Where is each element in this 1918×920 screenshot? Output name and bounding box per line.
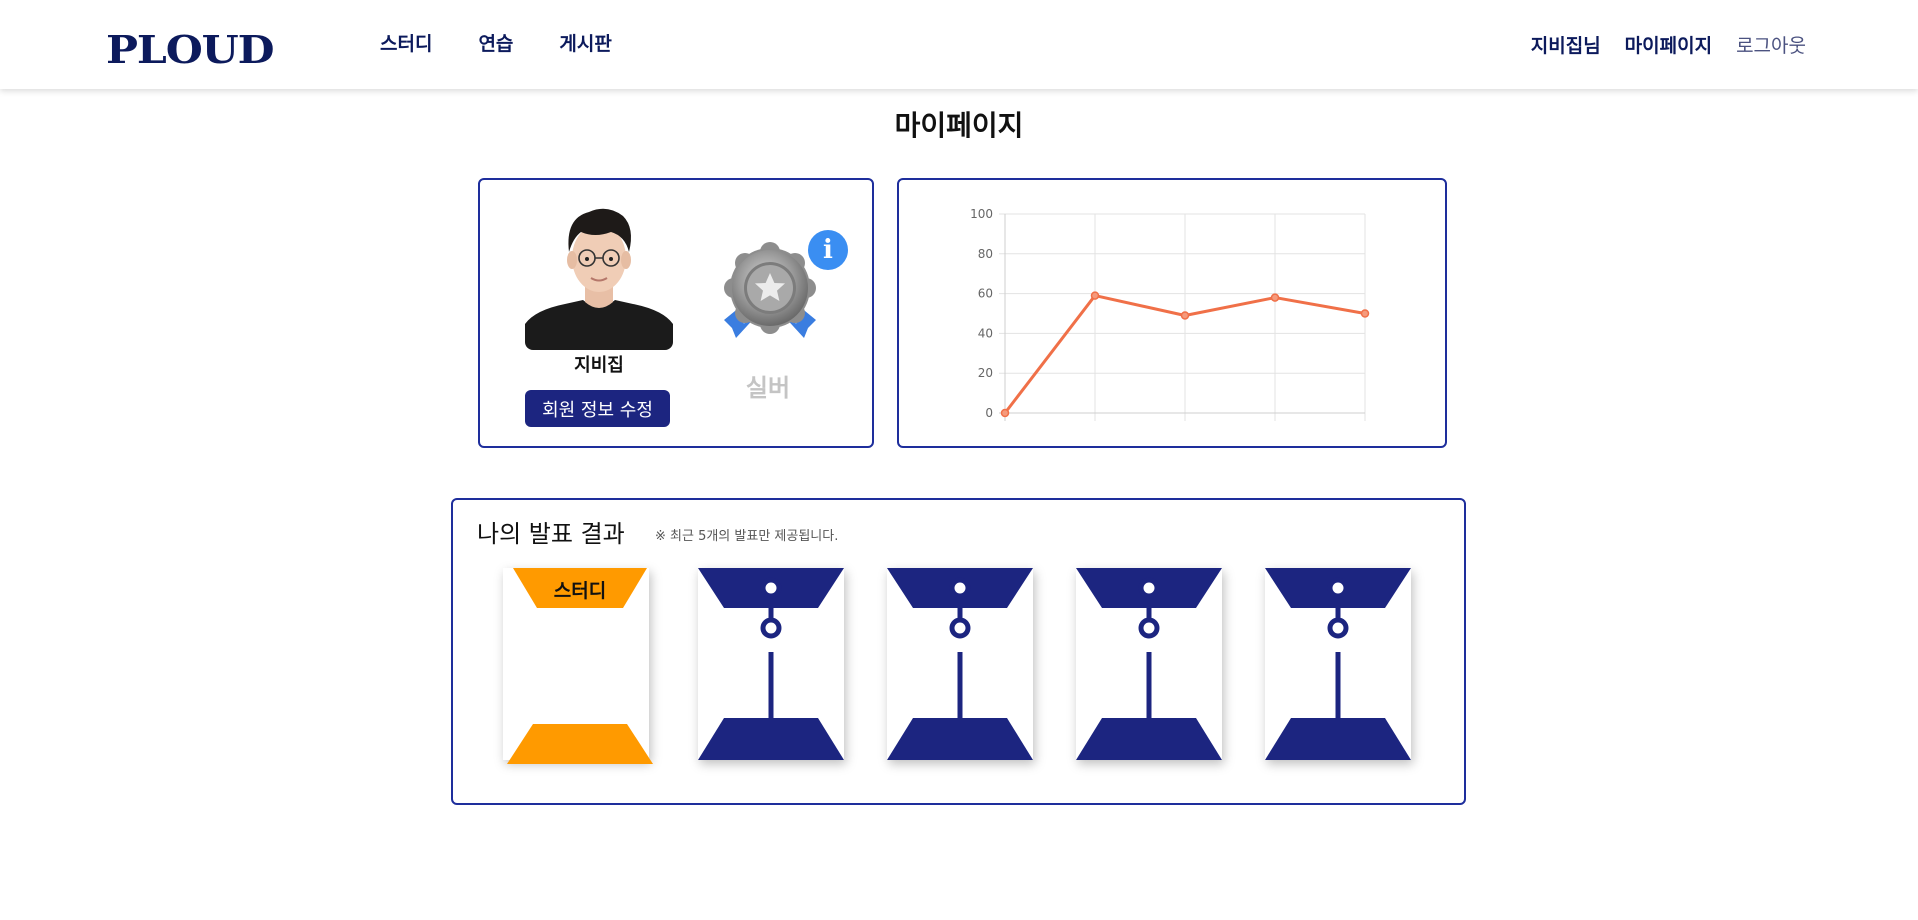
score-graph-card: 0 20 40 60 80 100	[897, 178, 1447, 448]
y-tick-label: 100	[970, 207, 993, 221]
result-card-practice[interactable]	[887, 568, 1033, 760]
edit-profile-button[interactable]: 회원 정보 수정	[525, 390, 670, 427]
nav-board[interactable]: 게시판	[559, 30, 611, 58]
user-nav: 지비집님 마이페이지 로그아웃	[1531, 32, 1806, 60]
mypage-link[interactable]: 마이페이지	[1625, 32, 1712, 60]
y-tick-label: 60	[978, 287, 993, 301]
data-point	[1000, 408, 1010, 418]
result-card-study[interactable]: 스터디	[503, 568, 653, 764]
data-point	[1180, 311, 1190, 320]
result-card-practice[interactable]	[1076, 568, 1222, 760]
results-note: ※ 최근 5개의 발표만 제공됩니다.	[655, 529, 839, 544]
study-label: 스터디	[553, 580, 607, 602]
data-point	[1090, 291, 1100, 300]
profile-card: 지비집 회원 정보 수정 i 실버	[478, 178, 874, 448]
y-tick-label: 80	[978, 247, 993, 261]
score-line-chart: 0 20 40 60 80 100	[970, 207, 1370, 421]
results-card: 나의 발표 결과 ※ 최근 5개의 발표만 제공됩니다. 스터디	[451, 498, 1466, 805]
data-point	[1360, 309, 1370, 318]
nav-practice[interactable]: 연습	[478, 30, 513, 58]
user-name: 지비집	[574, 355, 624, 376]
tier-label: 실버	[745, 374, 791, 402]
page-title: 마이페이지	[894, 109, 1024, 142]
ploud-logo[interactable]: PLOUD	[106, 30, 275, 70]
result-card-practice[interactable]	[1265, 568, 1411, 760]
nav-study[interactable]: 스터디	[380, 30, 432, 58]
y-tick-label: 40	[978, 326, 993, 340]
results-title: 나의 발표 결과	[477, 520, 625, 548]
logout-link[interactable]: 로그아웃	[1736, 32, 1806, 60]
y-tick-label: 0	[985, 406, 993, 420]
result-card-practice[interactable]	[698, 568, 844, 760]
avatar	[525, 202, 673, 350]
main-nav: 스터디 연습 게시판	[380, 30, 612, 58]
study-bottom-band	[507, 724, 653, 764]
top-header: PLOUD 스터디 연습 게시판 지비집님 마이페이지 로그아웃	[0, 0, 1918, 89]
user-greeting: 지비집님	[1530, 35, 1601, 57]
y-tick-label: 20	[978, 366, 993, 380]
info-icon[interactable]: i	[808, 230, 848, 270]
data-point	[1270, 293, 1280, 302]
